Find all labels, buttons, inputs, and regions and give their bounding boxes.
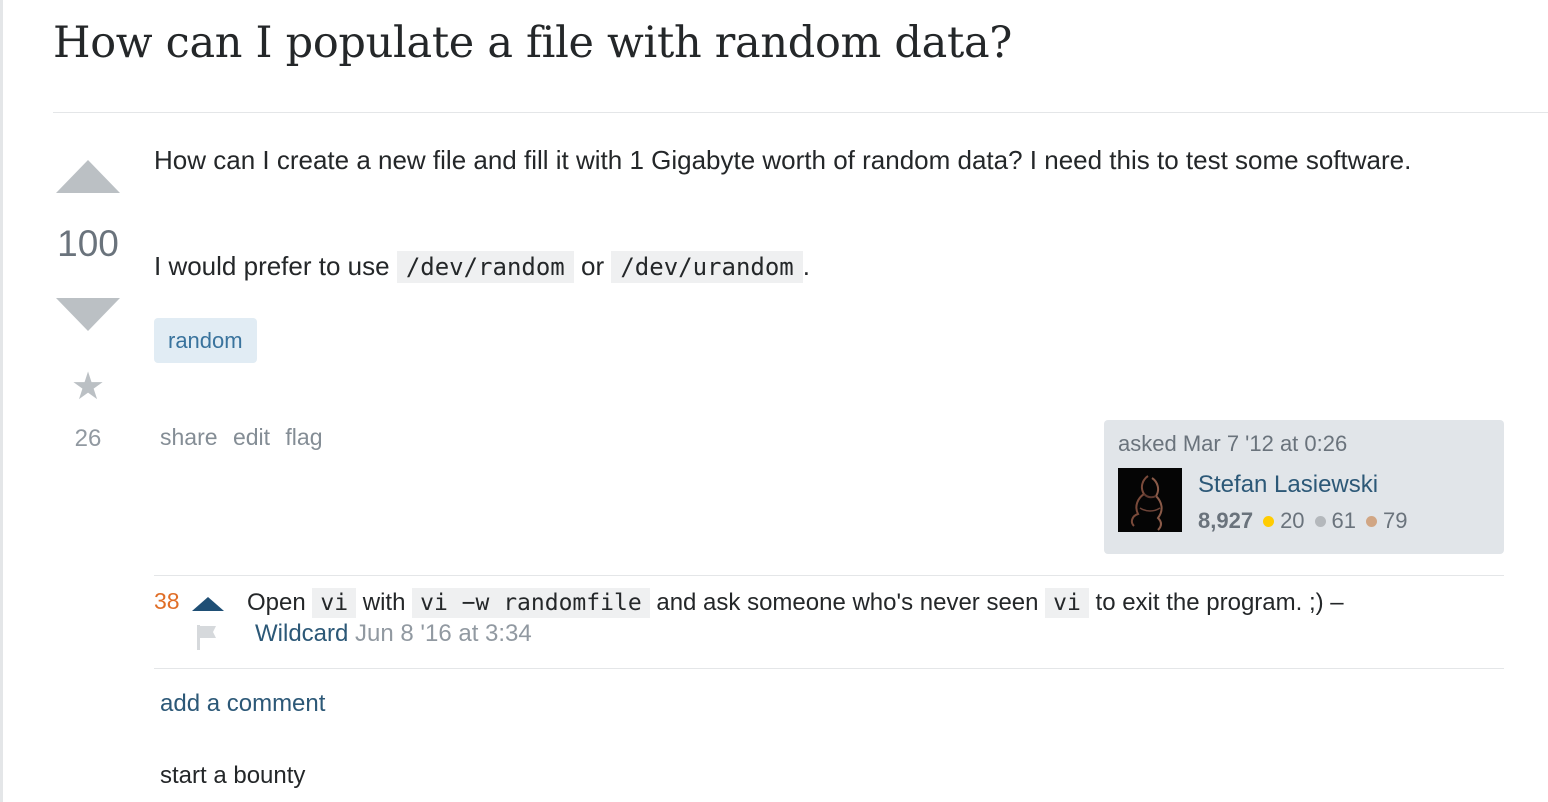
comment-text-part: and ask someone who's never seen	[649, 589, 1046, 616]
inline-code: /dev/random	[396, 251, 574, 283]
comment-user-link[interactable]: Wildcard	[255, 620, 348, 647]
user-stats: 8,927 20 61 79	[1198, 508, 1408, 534]
bronze-badge-count: 79	[1383, 508, 1408, 533]
owner-card: asked Mar 7 '12 at 0:26 Stefan Lasiewski…	[1104, 420, 1504, 554]
silver-badge-icon	[1314, 515, 1326, 527]
paragraph-text: I would prefer to use	[154, 251, 397, 281]
question-paragraph-2: I would prefer to use /dev/random or /de…	[154, 248, 810, 286]
comment-score: 38	[154, 588, 180, 614]
favorite-count: 26	[74, 425, 102, 452]
comment-date: Jun 8 '16 at 3:34	[355, 620, 532, 647]
gold-badge-count: 20	[1280, 508, 1305, 533]
comment-text-part: Open	[247, 589, 313, 616]
add-comment-link[interactable]: add a comment	[160, 690, 325, 718]
avatar[interactable]	[1118, 468, 1182, 532]
comment-meta: Wildcard Jun 8 '16 at 3:34	[255, 620, 532, 648]
inline-code: vi	[1045, 588, 1089, 618]
flag-icon[interactable]	[196, 624, 218, 650]
user-name-link[interactable]: Stefan Lasiewski	[1198, 471, 1378, 499]
inline-code: /dev/urandom	[611, 251, 803, 283]
up-arrow-icon[interactable]	[56, 160, 120, 193]
inline-code: vi	[312, 588, 357, 618]
asked-timestamp: asked Mar 7 '12 at 0:26	[1118, 431, 1348, 456]
paragraph-text: or	[573, 251, 612, 281]
edit-link[interactable]: edit	[233, 424, 270, 450]
title-divider	[53, 112, 1548, 113]
inline-code: vi −w randomfile	[412, 588, 650, 618]
question-title[interactable]: How can I populate a file with random da…	[53, 18, 1012, 68]
comments-bottom-divider	[154, 668, 1504, 669]
star-icon[interactable]: ★	[50, 367, 126, 407]
tag-random[interactable]: random	[154, 318, 257, 363]
left-border	[0, 0, 3, 802]
silver-badge-count: 61	[1331, 508, 1357, 533]
comments-divider	[154, 575, 1504, 576]
paragraph-text: .	[802, 251, 810, 281]
start-bounty-link[interactable]: start a bounty	[160, 762, 305, 790]
share-link[interactable]: share	[160, 424, 218, 450]
down-arrow-icon[interactable]	[56, 298, 120, 331]
comment: 38 Open vi with vi −w randomfile and ask…	[154, 586, 1504, 662]
question-paragraph-1: How can I create a new file and fill it …	[154, 145, 1412, 175]
vote-count: 100	[57, 223, 119, 264]
gold-badge-icon	[1263, 515, 1275, 527]
flag-link[interactable]: flag	[285, 424, 322, 450]
post-menu: share edit flag	[160, 424, 332, 451]
comment-text: Open vi with vi −w randomfile and ask so…	[247, 586, 1344, 620]
bronze-badge-icon	[1366, 515, 1378, 527]
reputation-score: 8,927	[1198, 508, 1254, 533]
comment-upvote-icon[interactable]	[192, 597, 224, 611]
comment-text-part: with	[356, 589, 413, 616]
comment-text-part: to exit the program. ;) –	[1088, 589, 1344, 616]
